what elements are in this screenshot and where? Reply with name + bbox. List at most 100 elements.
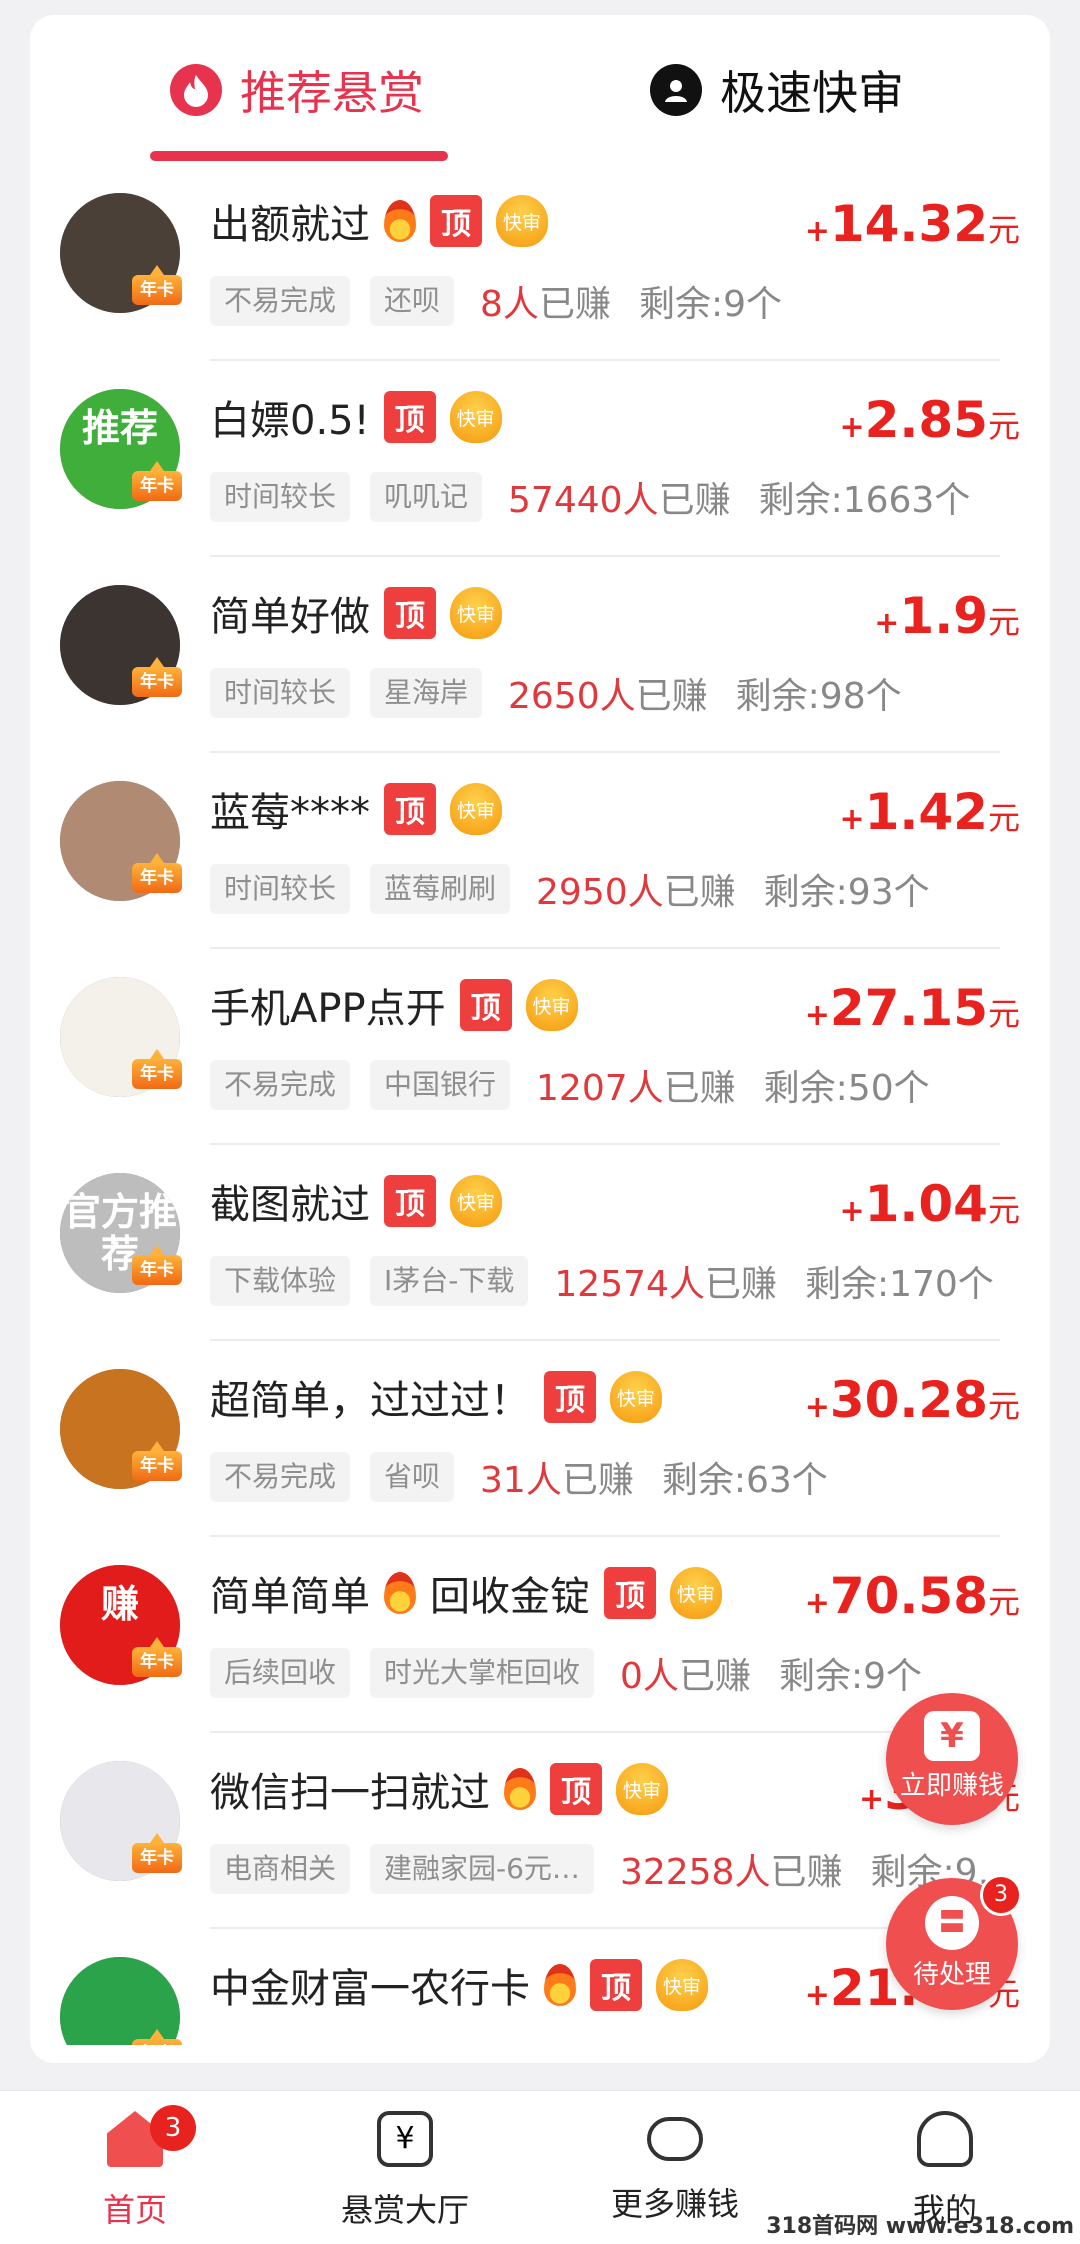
task-title: 超简单，过过过！ bbox=[210, 1378, 530, 1424]
fire-icon bbox=[504, 1768, 536, 1810]
task-meta: 不易完成 省呗 31人已赚 剩余:63个 bbox=[210, 1451, 828, 1503]
task-row[interactable]: 年卡 简单好做顶快审 +1.9元 时间较长 星海岸 2650人已赚 剩余:98个 bbox=[30, 557, 1050, 753]
remaining-count: 剩余:9个 bbox=[778, 1656, 922, 1697]
task-title-line: 超简单，过过过！ 顶快审 bbox=[210, 1367, 662, 1427]
task-tag: 中国银行 bbox=[370, 1060, 511, 1110]
price-unit: 元 bbox=[987, 799, 1020, 837]
task-row[interactable]: 官方推荐 年卡 截图就过顶快审 +1.04元 下载体验 I茅台-下载 12574人已赚 剩余:… bbox=[30, 1145, 1050, 1341]
task-title: 手机APP点开 bbox=[210, 986, 446, 1032]
task-row[interactable]: 年卡 蓝莓**** 顶快审 +1.42元时间较长 蓝莓刷刷 2950人已赚 剩余:93个 bbox=[30, 753, 1050, 949]
task-meta: 不易完成 中国银行 1207人已赚 剩余:50个 bbox=[210, 1059, 930, 1111]
document-yen-icon: ¥ bbox=[377, 2111, 433, 2167]
earned-label: 已赚 bbox=[663, 1068, 736, 1109]
annual-card-badge: 年卡 bbox=[132, 1833, 182, 1873]
task-title: 白嫖0.5! bbox=[210, 398, 370, 444]
task-row[interactable]: 赚年卡 简单简单 回收金锭顶快审 +70.58元 后续回收 时光大掌柜回收 0人已赚 剩余:9… bbox=[30, 1537, 1050, 1733]
earn-now-button[interactable]: ¥ 立即赚钱 bbox=[886, 1693, 1018, 1825]
task-price: +14.32元 bbox=[805, 195, 1020, 253]
pending-button[interactable]: 〓 待处理 3 bbox=[886, 1874, 1022, 2010]
tab-fast-review-label: 极速快审 bbox=[720, 66, 904, 120]
price-plus: + bbox=[804, 214, 830, 249]
remaining-count: 剩余:170个 bbox=[804, 1264, 994, 1305]
fast-review-badge: 快审 bbox=[616, 1763, 668, 1815]
top-badge: 顶 bbox=[384, 587, 436, 639]
earned-count: 57440人已赚 bbox=[508, 471, 731, 523]
task-title-line: 手机APP点开顶快审 bbox=[210, 975, 578, 1035]
price-plus: + bbox=[804, 1586, 830, 1621]
annual-card-badge: 年卡 bbox=[132, 1245, 182, 1285]
task-meta: 电商相关 建融家园-6元… 32258人已赚 剩余:9… bbox=[210, 1843, 1014, 1895]
task-meta bbox=[210, 2039, 244, 2045]
task-tag: 蓝莓刷刷 bbox=[370, 864, 511, 914]
earned-label: 已赚 bbox=[663, 872, 736, 913]
fast-review-badge: 快审 bbox=[450, 783, 502, 835]
nav-home-label: 首页 bbox=[102, 2191, 167, 2229]
task-title-line: 出额就过 顶快审 bbox=[210, 191, 548, 251]
task-meta: 时间较长 蓝莓刷刷 2950人已赚 剩余:93个 bbox=[210, 863, 930, 915]
task-title: 简单好做 bbox=[210, 594, 370, 640]
task-row[interactable]: 年卡 出额就过 顶快审 +14.32元 不易完成 还呗 8人已赚 剩余:9个 bbox=[30, 165, 1050, 361]
nav-home[interactable]: 3 首页 bbox=[0, 2091, 270, 2244]
earned-label: 已赚 bbox=[635, 676, 708, 717]
price-amount: 1.9 bbox=[899, 587, 988, 645]
remaining-count: 剩余:50个 bbox=[763, 1068, 930, 1109]
fast-review-badge: 快审 bbox=[450, 587, 502, 639]
top-badge: 顶 bbox=[384, 1175, 436, 1227]
task-row[interactable]: 年卡 超简单，过过过！ 顶快审 +30.28元 不易完成 省呗 31人已赚 剩余:63个 bbox=[30, 1341, 1050, 1537]
flame-icon bbox=[170, 64, 222, 116]
earned-number: 12574人 bbox=[554, 1264, 705, 1305]
task-title-line: 微信扫一扫就过 顶快审 bbox=[210, 1759, 668, 1819]
fast-review-badge: 快审 bbox=[610, 1371, 662, 1423]
earned-number: 2650人 bbox=[508, 676, 636, 717]
task-tag: 星海岸 bbox=[370, 668, 483, 718]
fast-review-badge: 快审 bbox=[525, 979, 578, 1031]
earned-count: 12574人已赚 bbox=[554, 1255, 777, 1307]
task-tag: 不易完成 bbox=[210, 1452, 351, 1502]
task-row[interactable]: 年卡 手机APP点开顶快审 +27.15元 不易完成 中国银行 1207人已赚 剩余:50个 bbox=[30, 949, 1050, 1145]
price-plus: + bbox=[839, 410, 865, 445]
task-title-line: 白嫖0.5! 顶快审 bbox=[210, 387, 502, 447]
fast-review-badge: 快审 bbox=[670, 1567, 722, 1619]
gamepad-icon bbox=[647, 2117, 703, 2161]
nav-bounty-hall[interactable]: ¥ 悬赏大厅 bbox=[270, 2091, 540, 2244]
task-price: +1.42元 bbox=[839, 783, 1020, 841]
remaining-count: 剩余:98个 bbox=[735, 676, 902, 717]
task-tag: 时间较长 bbox=[210, 864, 351, 914]
task-tag: 下载体验 bbox=[210, 1256, 351, 1306]
earn-now-label: 立即赚钱 bbox=[899, 1771, 1004, 1801]
price-plus: + bbox=[859, 1782, 885, 1817]
tab-fast-review[interactable]: 极速快审 bbox=[650, 15, 904, 165]
fast-review-badge: 快审 bbox=[450, 1175, 502, 1227]
task-price: +30.28元 bbox=[805, 1371, 1020, 1429]
earned-number: 57440人 bbox=[508, 480, 659, 521]
price-unit: 元 bbox=[987, 1387, 1020, 1425]
earned-number: 1207人 bbox=[536, 1068, 664, 1109]
price-unit: 元 bbox=[987, 603, 1020, 641]
pending-badge: 3 bbox=[980, 1874, 1022, 1916]
annual-card-badge: 年卡 bbox=[132, 1049, 182, 1089]
task-title-line: 蓝莓**** 顶快审 bbox=[210, 779, 502, 839]
task-tag: 省呗 bbox=[370, 1452, 455, 1502]
fast-review-badge: 快审 bbox=[449, 391, 502, 443]
task-row[interactable]: 推荐 年卡 白嫖0.5! 顶快审 +2.85元 时间较长 叽叽记 57440人已赚 剩余:166… bbox=[30, 361, 1050, 557]
earned-count: 1207人已赚 bbox=[536, 1059, 736, 1111]
task-price: +1.04元 bbox=[839, 1175, 1020, 1233]
user-icon bbox=[650, 64, 702, 116]
task-price: +70.58元 bbox=[805, 1567, 1020, 1625]
annual-card-badge: 年卡 bbox=[132, 853, 182, 893]
top-badge: 顶 bbox=[604, 1567, 656, 1619]
tab-recommend[interactable]: 推荐悬赏 bbox=[170, 15, 424, 165]
active-tab-indicator bbox=[150, 151, 448, 161]
price-amount: 70.58 bbox=[829, 1567, 988, 1625]
task-tag: 建融家园-6元… bbox=[370, 1844, 594, 1894]
remaining-count: 剩余:93个 bbox=[763, 872, 930, 913]
annual-card-badge: 年卡 bbox=[132, 2029, 182, 2045]
earned-count: 0人已赚 bbox=[620, 1647, 751, 1699]
task-meta: 下载体验 I茅台-下载 12574人已赚 剩余:170个 bbox=[210, 1255, 994, 1307]
task-title: 微信扫一扫就过 bbox=[210, 1770, 490, 1816]
price-amount: 30.28 bbox=[829, 1371, 988, 1429]
price-amount: 27.15 bbox=[829, 979, 988, 1037]
price-amount: 1.04 bbox=[864, 1175, 988, 1233]
money-icon: ¥ bbox=[924, 1711, 980, 1761]
nav-home-badge: 3 bbox=[150, 2105, 196, 2151]
